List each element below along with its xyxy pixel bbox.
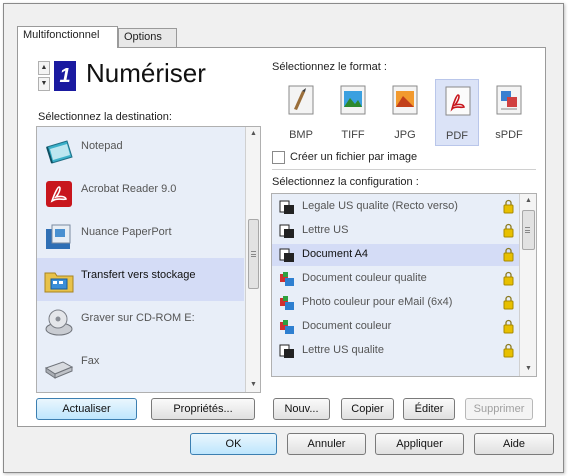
config-item[interactable]: Photo couleur pour eMail (6x4) xyxy=(272,292,520,314)
config-item-label: Document A4 xyxy=(302,248,369,260)
lock-icon xyxy=(503,271,514,286)
help-button[interactable]: Aide xyxy=(474,433,554,455)
bw-document-icon xyxy=(279,200,294,214)
list-item-graver-cd[interactable]: Graver sur CD-ROM E: xyxy=(37,301,244,344)
list-item-notepad[interactable]: Notepad xyxy=(37,129,244,172)
cancel-button[interactable]: Annuler xyxy=(287,433,366,455)
fax-icon xyxy=(44,361,74,379)
format-bmp[interactable]: BMP xyxy=(279,79,323,146)
list-item-paperport[interactable]: Nuance PaperPort xyxy=(37,215,244,258)
format-label-text: sPDF xyxy=(495,129,523,141)
format-label: Sélectionnez le format : xyxy=(272,61,387,73)
one-file-per-image-checkbox[interactable] xyxy=(272,151,285,164)
config-item-selected[interactable]: Document A4 xyxy=(272,244,520,266)
scanner-properties-dialog: Multifonctionnel Options ▲ ▼ 1 Numériser… xyxy=(3,3,564,473)
config-item[interactable]: Document couleur qualite xyxy=(272,268,520,290)
edit-config-button[interactable]: Éditer xyxy=(403,398,455,420)
spin-down-button[interactable]: ▼ xyxy=(38,77,50,91)
color-document-icon xyxy=(280,296,294,310)
list-item-label: Fax xyxy=(81,355,100,367)
scroll-thumb[interactable] xyxy=(522,210,535,250)
list-item-acrobat-reader[interactable]: Acrobat Reader 9.0 xyxy=(37,172,244,215)
action-title: Numériser xyxy=(86,58,206,88)
button-number-spinner: ▲ ▼ xyxy=(38,61,50,91)
color-document-icon xyxy=(280,272,294,286)
config-item[interactable]: Lettre US xyxy=(272,220,520,242)
config-item-label: Lettre US qualite xyxy=(302,344,384,356)
divider xyxy=(272,169,536,170)
format-label-text: JPG xyxy=(394,129,416,141)
bmp-icon xyxy=(288,85,314,115)
spdf-icon xyxy=(496,85,522,115)
refresh-button[interactable]: Actualiser xyxy=(36,398,137,420)
list-item-label: Notepad xyxy=(81,140,123,152)
bw-document-icon xyxy=(279,248,294,262)
tab-multifonctionnel[interactable]: Multifonctionnel xyxy=(17,26,118,48)
lock-icon xyxy=(503,223,514,238)
scroll-down-arrow[interactable]: ▼ xyxy=(246,378,260,392)
format-label-text: BMP xyxy=(289,129,313,141)
config-item-label: Lettre US xyxy=(302,224,349,236)
one-file-per-image-label: Créer un fichier par image xyxy=(290,151,418,163)
copy-config-button[interactable]: Copier xyxy=(341,398,394,420)
lock-icon xyxy=(503,319,514,334)
config-item-label: Legale US qualite (Recto verso) xyxy=(302,200,458,212)
configuration-list[interactable]: Legale US qualite (Recto verso) Lettre U… xyxy=(271,193,537,377)
list-item-label: Nuance PaperPort xyxy=(81,226,172,238)
color-document-icon xyxy=(280,320,294,334)
scroll-up-arrow[interactable]: ▲ xyxy=(246,127,260,141)
apply-button[interactable]: Appliquer xyxy=(375,433,464,455)
config-item[interactable]: Lettre US qualite xyxy=(272,340,520,362)
cd-burn-icon xyxy=(45,309,73,336)
lock-icon xyxy=(503,199,514,214)
destination-list[interactable]: Notepad Acrobat Reader 9.0 Nuance PaperP… xyxy=(36,126,261,393)
button-number-display: 1 xyxy=(54,61,76,91)
scroll-thumb[interactable] xyxy=(248,219,259,289)
destination-scrollbar[interactable]: ▲ ▼ xyxy=(245,127,260,392)
jpg-icon xyxy=(392,85,418,115)
config-item[interactable]: Legale US qualite (Recto verso) xyxy=(272,196,520,218)
pdf-icon xyxy=(445,86,471,116)
bw-document-icon xyxy=(279,224,294,238)
lock-icon xyxy=(503,343,514,358)
config-item-label: Document couleur qualite xyxy=(302,272,427,284)
acrobat-icon xyxy=(46,181,72,207)
tab-panel: ▲ ▼ 1 Numériser Sélectionnez la destinat… xyxy=(17,47,546,427)
configuration-scrollbar[interactable]: ▲ ▼ xyxy=(519,194,536,376)
scroll-down-arrow[interactable]: ▼ xyxy=(520,362,536,376)
configuration-label: Sélectionnez la configuration : xyxy=(272,176,419,188)
notepad-icon xyxy=(46,140,73,164)
properties-button[interactable]: Propriétés... xyxy=(151,398,255,420)
paperport-icon xyxy=(46,224,71,249)
lock-icon xyxy=(503,295,514,310)
storage-folder-icon xyxy=(44,272,74,293)
list-item-label: Transfert vers stockage xyxy=(81,269,196,281)
spin-up-button[interactable]: ▲ xyxy=(38,61,50,75)
tab-options[interactable]: Options xyxy=(118,28,177,47)
tiff-icon xyxy=(340,85,366,115)
destination-label: Sélectionnez la destination: xyxy=(38,111,172,123)
list-item-fax[interactable]: Fax xyxy=(37,344,244,387)
new-config-button[interactable]: Nouv... xyxy=(273,398,330,420)
format-label-text: TIFF xyxy=(341,129,365,141)
format-selector: BMP TIFF JPG PDF sPDF xyxy=(271,79,533,146)
list-item-label: Graver sur CD-ROM E: xyxy=(81,312,195,324)
format-jpg[interactable]: JPG xyxy=(383,79,427,146)
bw-document-icon xyxy=(279,344,294,358)
lock-icon xyxy=(503,247,514,262)
config-item-label: Photo couleur pour eMail (6x4) xyxy=(302,296,453,308)
format-tiff[interactable]: TIFF xyxy=(331,79,375,146)
scroll-up-arrow[interactable]: ▲ xyxy=(520,194,536,208)
format-label-text: PDF xyxy=(446,130,468,142)
delete-config-button[interactable]: Supprimer xyxy=(465,398,533,420)
ok-button[interactable]: OK xyxy=(190,433,277,455)
config-item-label: Document couleur xyxy=(302,320,392,332)
config-item[interactable]: Document couleur xyxy=(272,316,520,338)
list-item-transfert-stockage[interactable]: Transfert vers stockage xyxy=(37,258,244,301)
format-pdf[interactable]: PDF xyxy=(435,79,479,146)
list-item-label: Acrobat Reader 9.0 xyxy=(81,183,177,195)
format-spdf[interactable]: sPDF xyxy=(487,79,531,146)
